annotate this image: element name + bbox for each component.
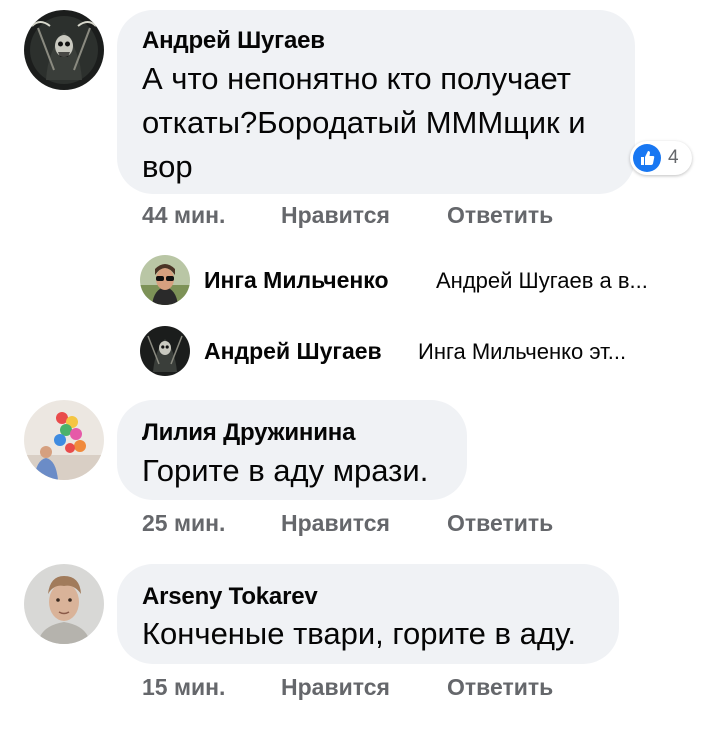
comment-time[interactable]: 25 мин. xyxy=(142,510,225,537)
comment-text-line: Горите в аду мрази. xyxy=(142,453,429,488)
avatar[interactable] xyxy=(24,400,104,480)
like-button[interactable]: Нравится xyxy=(281,202,390,229)
avatar-reaper-image xyxy=(140,326,190,376)
avatar-inga-image xyxy=(140,255,190,305)
comment-author[interactable]: Андрей Шугаев xyxy=(142,27,325,55)
comment-author[interactable]: Arseny Tokarev xyxy=(142,583,318,611)
comment-author[interactable]: Лилия Дружинина xyxy=(142,419,355,447)
comment-time[interactable]: 44 мин. xyxy=(142,202,225,229)
avatar-balloons-image xyxy=(24,400,104,480)
reaction-badge[interactable]: 4 xyxy=(630,141,692,175)
reply-button[interactable]: Ответить xyxy=(447,674,553,701)
avatar[interactable] xyxy=(24,564,104,644)
reply-author[interactable]: Инга Мильченко xyxy=(204,267,389,294)
reaction-count: 4 xyxy=(668,147,679,168)
like-button[interactable]: Нравится xyxy=(281,674,390,701)
reply-author[interactable]: Андрей Шугаев xyxy=(204,338,382,365)
like-button[interactable]: Нравится xyxy=(281,510,390,537)
comment-time[interactable]: 15 мин. xyxy=(142,674,225,701)
like-icon xyxy=(633,144,661,172)
reply-preview: Андрей Шугаев а в... xyxy=(436,268,648,293)
reply-button[interactable]: Ответить xyxy=(447,510,553,537)
avatar[interactable] xyxy=(24,10,104,90)
avatar-reaper-image xyxy=(24,10,104,90)
avatar[interactable] xyxy=(140,326,190,376)
reply-preview: Инга Мильченко эт... xyxy=(418,339,627,364)
avatar[interactable] xyxy=(140,255,190,305)
comment-text-line: Конченые твари, горите в аду. xyxy=(142,616,576,651)
comment-text-line: вор xyxy=(142,149,193,184)
comment-text-line: откаты?Бородатый МММщик и xyxy=(142,105,586,140)
comment-text-line: А что непонятно кто получает xyxy=(142,61,571,96)
reply-button[interactable]: Ответить xyxy=(447,202,553,229)
reply-item[interactable]: Инга Мильченко Андрей Шугаев а в... xyxy=(140,255,700,305)
reply-item[interactable]: Андрей Шугаев Инга Мильченко эт... xyxy=(140,326,700,376)
avatar-arseny-image xyxy=(24,564,104,644)
